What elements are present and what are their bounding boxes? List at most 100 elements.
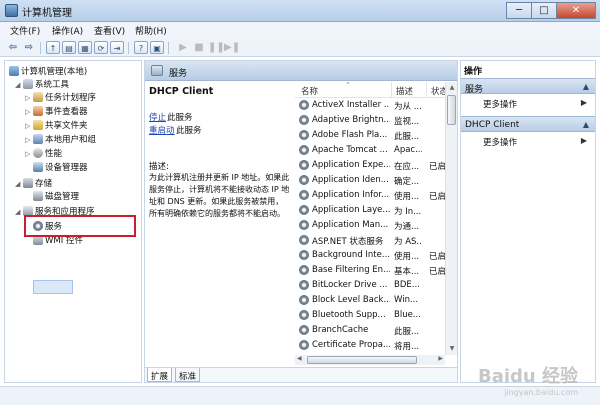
gear-icon bbox=[299, 130, 309, 140]
export-list-icon[interactable]: ⇥ bbox=[110, 41, 124, 54]
table-row[interactable]: Background Inte... 使用... 已启 bbox=[295, 248, 445, 263]
scroll-up-icon[interactable]: ▲ bbox=[447, 83, 457, 93]
tree-root[interactable]: 计算机管理(本地) bbox=[9, 65, 87, 78]
stop-service-suffix: 此服务 bbox=[167, 113, 193, 123]
tree-item-performance[interactable]: ▷ 性能 bbox=[25, 147, 62, 160]
column-divider[interactable] bbox=[391, 82, 392, 97]
gear-icon bbox=[299, 235, 309, 245]
submenu-arrow-icon[interactable]: ▶ bbox=[581, 136, 587, 145]
tree-item-disk-management[interactable]: 磁盘管理 bbox=[33, 190, 79, 203]
table-row[interactable]: ASP.NET 状态服务为 AS... bbox=[295, 233, 445, 248]
table-row[interactable]: BranchCache 此服... bbox=[295, 323, 445, 338]
scroll-thumb[interactable] bbox=[307, 356, 417, 364]
more-actions-dhcp[interactable]: 更多操作 bbox=[483, 136, 517, 148]
table-row[interactable]: Application Man... 为通... bbox=[295, 218, 445, 233]
refresh-icon[interactable]: ⟳ bbox=[94, 41, 108, 54]
table-row[interactable]: Application Iden... 确定... bbox=[295, 173, 445, 188]
gear-icon bbox=[299, 115, 309, 125]
collapse-icon[interactable]: ▲ bbox=[583, 82, 589, 91]
table-row[interactable]: ActiveX Installer ... 为从 ... bbox=[295, 98, 445, 113]
maximize-button[interactable]: □ bbox=[531, 2, 557, 19]
up-folder-icon[interactable]: ↑ bbox=[46, 41, 60, 54]
gear-icon bbox=[299, 190, 309, 200]
description-label: 描述: bbox=[149, 162, 169, 172]
menu-file[interactable]: 文件(F) bbox=[10, 24, 40, 37]
horizontal-scrollbar[interactable]: ◀ ▶ bbox=[295, 355, 445, 365]
device-manager-icon bbox=[33, 162, 43, 172]
console-tree-icon[interactable]: ▣ bbox=[150, 41, 164, 54]
close-button[interactable]: ✕ bbox=[556, 2, 596, 19]
column-header-description[interactable]: 描述 bbox=[396, 85, 413, 97]
play-icon[interactable]: ▶ bbox=[176, 41, 190, 54]
tab-standard[interactable]: 标准 bbox=[175, 368, 201, 382]
gear-icon bbox=[299, 175, 309, 185]
table-row[interactable]: Bluetooth Supp... Blue... bbox=[295, 308, 445, 323]
show-tree-icon[interactable]: ▤ bbox=[62, 41, 76, 54]
actions-title: 操作 bbox=[464, 67, 483, 77]
scroll-thumb[interactable] bbox=[447, 95, 456, 125]
actions-section-dhcp[interactable]: DHCP Client ▲ bbox=[461, 116, 595, 132]
menu-view[interactable]: 查看(V) bbox=[94, 24, 125, 37]
stop-service-link[interactable]: 停止 bbox=[149, 111, 166, 123]
table-row[interactable]: Adaptive Brightn... 监视... bbox=[295, 113, 445, 128]
menu-help[interactable]: 帮助(H) bbox=[135, 24, 167, 37]
window-title: 计算机管理 bbox=[22, 8, 72, 19]
services-header: 服务 bbox=[145, 61, 457, 81]
table-row[interactable]: BitLocker Drive ... BDE... bbox=[295, 278, 445, 293]
collapse-icon[interactable]: ▲ bbox=[583, 120, 589, 129]
scroll-left-icon[interactable]: ◀ bbox=[297, 355, 302, 362]
table-row[interactable]: Certificate Propa... 将用... bbox=[295, 338, 445, 353]
tab-extended[interactable]: 扩展 bbox=[147, 368, 173, 382]
forward-arrow-icon[interactable]: ⇨ bbox=[22, 41, 36, 54]
gear-icon bbox=[299, 220, 309, 230]
vertical-scrollbar[interactable]: ▲ ▼ bbox=[445, 82, 457, 355]
tree-item-storage[interactable]: ◢ 存储 bbox=[15, 177, 52, 190]
restart-service-suffix: 此服务 bbox=[176, 126, 202, 136]
actions-pane: 操作 服务 ▲ 更多操作 ▶ DHCP Client ▲ 更多操作 ▶ bbox=[460, 60, 596, 383]
help-icon[interactable]: ? bbox=[134, 41, 148, 54]
tree-item-system-tools[interactable]: ◢ 系统工具 bbox=[15, 78, 69, 91]
restart-service-link[interactable]: 重启动 bbox=[149, 124, 175, 136]
table-row[interactable]: Block Level Back... Win... bbox=[295, 293, 445, 308]
menu-action[interactable]: 操作(A) bbox=[52, 24, 83, 37]
pause-icon[interactable]: ❚❚ bbox=[208, 41, 225, 54]
tree-item-local-users[interactable]: ▷ 本地用户和组 bbox=[25, 133, 96, 146]
tree-item-event-viewer[interactable]: ▷ 事件查看器 bbox=[25, 105, 88, 118]
computer-icon bbox=[9, 66, 19, 76]
gear-icon bbox=[299, 265, 309, 275]
tree-item-task-scheduler[interactable]: ▷ 任务计划程序 bbox=[25, 91, 96, 104]
scroll-down-icon[interactable]: ▼ bbox=[447, 344, 457, 354]
gear-icon bbox=[299, 250, 309, 260]
table-row[interactable]: Base Filtering En... 基本... 已启 bbox=[295, 263, 445, 278]
selected-item-highlight bbox=[33, 280, 73, 294]
back-arrow-icon[interactable]: ⇦ bbox=[6, 41, 20, 54]
table-row[interactable]: Apache Tomcat ... Apac... bbox=[295, 143, 445, 158]
tree-item-device-manager[interactable]: 设备管理器 bbox=[33, 161, 88, 174]
title-bar: 计算机管理 ─ □ ✕ bbox=[0, 0, 600, 22]
toolbar-separator bbox=[168, 42, 169, 54]
service-description: 为此计算机注册并更新 IP 地址。如果此服务停止，计算机将不能接收动态 IP 地… bbox=[149, 173, 290, 218]
table-row[interactable]: Application Expe... 在应... 已启 bbox=[295, 158, 445, 173]
gear-icon bbox=[299, 340, 309, 350]
gear-icon bbox=[299, 160, 309, 170]
table-row[interactable]: Application Infor... 使用... 已启 bbox=[295, 188, 445, 203]
actions-section-services[interactable]: 服务 ▲ bbox=[461, 78, 595, 95]
scroll-right-icon[interactable]: ▶ bbox=[438, 355, 443, 362]
table-row[interactable]: Application Laye... 为 In... bbox=[295, 203, 445, 218]
table-row[interactable]: Adobe Flash Pla... 此服... bbox=[295, 128, 445, 143]
submenu-arrow-icon[interactable]: ▶ bbox=[581, 98, 587, 107]
properties-icon[interactable]: ▦ bbox=[78, 41, 92, 54]
services-header-title: 服务 bbox=[169, 69, 188, 79]
gear-icon bbox=[299, 100, 309, 110]
tree-item-shared-folders[interactable]: ▷ 共享文件夹 bbox=[25, 119, 88, 132]
stop-icon[interactable]: ■ bbox=[192, 41, 206, 54]
services-pane: 服务 DHCP Client 停止 此服务 重启动 此服务 描述: 为此计算机注… bbox=[144, 60, 458, 383]
toolbar-separator bbox=[128, 42, 129, 54]
column-header-name[interactable]: 名称 bbox=[301, 85, 318, 97]
more-actions-services[interactable]: 更多操作 bbox=[483, 98, 517, 110]
performance-icon bbox=[33, 148, 43, 158]
computer-management-icon bbox=[5, 4, 18, 17]
restart-icon[interactable]: ▶❚ bbox=[224, 41, 240, 54]
minimize-button[interactable]: ─ bbox=[506, 2, 532, 19]
column-divider[interactable] bbox=[426, 82, 427, 97]
